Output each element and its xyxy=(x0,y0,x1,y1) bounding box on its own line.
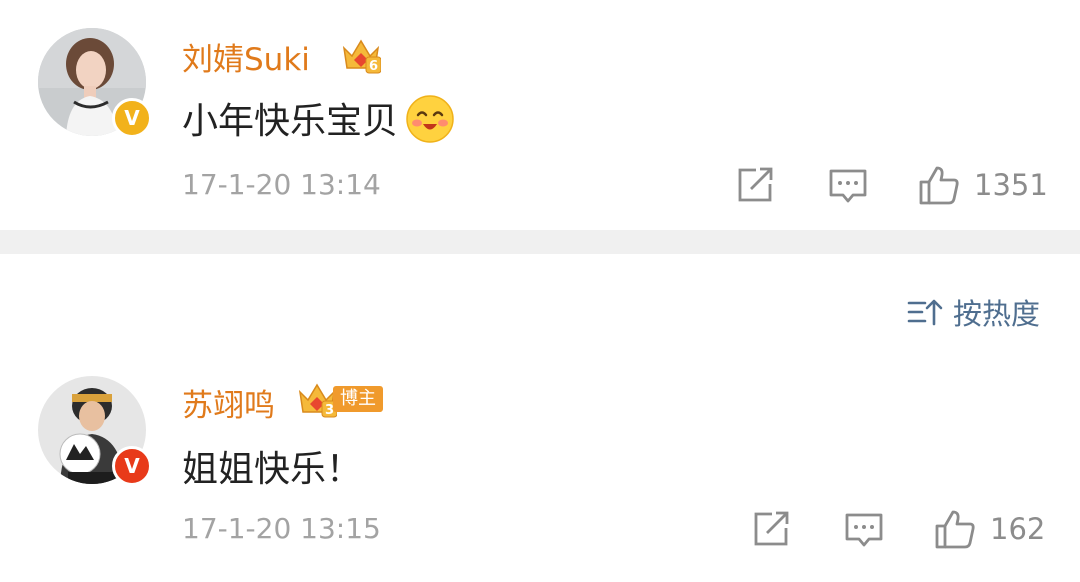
sort-icon xyxy=(907,299,943,326)
comment-timestamp: 17-1-20 13:14 xyxy=(182,168,381,201)
share-icon xyxy=(738,167,773,202)
verified-badge-icon: V xyxy=(112,98,152,138)
reply-button[interactable] xyxy=(828,166,868,206)
sort-toggle[interactable]: 按热度 xyxy=(907,291,1040,333)
svg-text:6: 6 xyxy=(369,59,378,74)
comment-item: V 苏翊鸣 3 博主 姐姐快乐！ 17-1-20 13:15 162 xyxy=(0,362,1080,582)
avatar[interactable]: V xyxy=(38,376,152,486)
reply-button[interactable] xyxy=(844,510,884,550)
like-count: 162 xyxy=(990,512,1046,546)
sort-label: 按热度 xyxy=(952,297,1040,331)
section-divider xyxy=(0,230,1080,254)
comment-text: 姐姐快乐！ xyxy=(182,449,363,490)
comment-timestamp: 17-1-20 13:15 xyxy=(182,512,381,545)
blushing-smile-emoji-icon xyxy=(404,93,456,154)
share-icon xyxy=(754,511,789,546)
member-crown-icon: 3 xyxy=(297,380,338,422)
comment-username[interactable]: 苏翊鸣 xyxy=(182,380,275,425)
avatar[interactable]: V xyxy=(38,28,152,138)
like-button[interactable]: 1351 xyxy=(918,164,1048,206)
comment-icon xyxy=(845,513,883,547)
comment-item: V 刘婧Suki 6 小年快乐宝贝 17-1-20 13:14 1351 xyxy=(0,0,1080,230)
thumbs-up-icon xyxy=(919,166,959,205)
host-tag-badge: 博主 xyxy=(333,386,383,412)
share-button[interactable] xyxy=(736,166,776,204)
member-crown-icon: 6 xyxy=(341,36,382,78)
comment-content: 小年快乐宝贝 xyxy=(182,101,399,142)
share-button[interactable] xyxy=(752,510,792,548)
like-count: 1351 xyxy=(974,168,1048,202)
comment-username[interactable]: 刘婧Suki xyxy=(182,34,310,79)
verified-badge-icon: V xyxy=(112,446,152,486)
comment-text: 小年快乐宝贝 xyxy=(182,92,456,154)
like-button[interactable]: 162 xyxy=(934,508,1045,550)
thumbs-up-icon xyxy=(935,510,975,549)
comment-icon xyxy=(829,169,867,203)
